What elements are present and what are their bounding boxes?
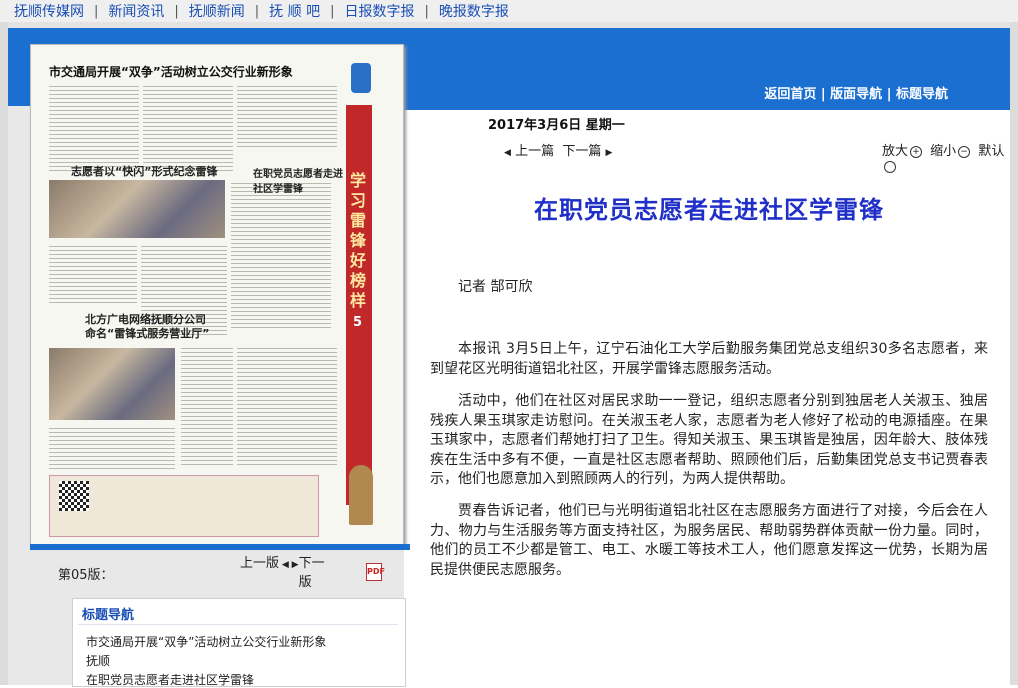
nav-link-fushun-bar[interactable]: 抚 顺 吧 [269, 1, 320, 21]
thumb-text-column [181, 345, 233, 465]
thumb-photo [49, 180, 225, 238]
thumbnail-bottom-bar [30, 544, 410, 550]
nav-link-evening-digital[interactable]: 晚报数字报 [439, 1, 509, 21]
nav-link-fushun-media[interactable]: 抚顺传媒网 [14, 1, 84, 21]
page-nav-link[interactable]: 版面导航 [830, 87, 882, 102]
thumb-subheadline: 在职党员志愿者走进社区学雷锋 [253, 169, 343, 195]
title-nav-item[interactable]: 在职党员志愿者走进社区学雷锋 [86, 671, 254, 688]
thumb-photo [49, 348, 175, 420]
zoom-controls: 放大 + 缩小 − 默认 [882, 140, 1018, 174]
link-separator: | [882, 87, 896, 102]
page-pager: 上一版 ◀ ▶下一版 [240, 554, 327, 592]
zoom-in-label: 放大 [882, 144, 909, 159]
thumb-statue-image [349, 465, 373, 525]
thumb-text-column [237, 83, 337, 148]
article-byline: 记者 郜可欣 [458, 279, 533, 295]
issue-date: 2017年3月6日 星期一 [488, 118, 625, 133]
nav-link-news-info[interactable]: 新闻资讯 [108, 1, 164, 21]
thumb-text-column [237, 345, 337, 465]
nav-separator: | [94, 3, 99, 19]
page-label: 第05版： [58, 568, 114, 583]
prev-page-link[interactable]: 上一版 [240, 556, 279, 571]
thumb-lottery-ad [49, 475, 319, 537]
home-link[interactable]: 返回首页 [764, 87, 816, 102]
nav-separator: | [254, 3, 260, 19]
prev-article-link[interactable]: 上一篇 [515, 144, 554, 159]
header-links: 返回首页 | 版面导航 | 标题导航 [764, 83, 948, 102]
title-nav-item[interactable]: 市交通局开展“双争”活动树立公交行业新形象 [86, 633, 326, 650]
frame-left [0, 22, 8, 685]
minus-icon: − [958, 145, 971, 158]
qr-code-icon [59, 481, 89, 511]
top-navigation: 抚顺传媒网 | 新闻资讯 | 抚顺新闻 | 抚 顺 吧 | 日报数字报 | 晚报… [0, 0, 1018, 22]
zoom-in-button[interactable]: 放大 + [882, 144, 926, 159]
zoom-out-button[interactable]: 缩小 − [930, 144, 974, 159]
title-nav-item[interactable]: 抚顺 [86, 652, 110, 669]
newspaper-page-thumbnail[interactable]: 市交通局开展“双争”活动树立公交行业新形象 志愿者以“快闪”形式纪念雷锋 在职党… [30, 44, 404, 546]
title-nav-link[interactable]: 标题导航 [896, 87, 948, 102]
article-title: 在职党员志愿者走进社区学雷锋 [534, 196, 884, 224]
article-paragraph: 本报讯 3月5日上午，辽宁石油化工大学后勤服务集团党总支组织30多名志愿者，来到… [430, 341, 988, 377]
triangle-right-icon: ▶ [605, 148, 613, 158]
thumb-subheadline: 志愿者以“快闪”形式纪念雷锋 [71, 165, 218, 178]
thumb-text-column [49, 425, 175, 469]
article-pager: ◀ 上一篇 下一篇 ▶ [504, 140, 612, 159]
plus-icon: + [910, 145, 923, 158]
title-nav-heading: 标题导航 [82, 608, 135, 623]
triangle-left-icon: ◀ [504, 148, 511, 158]
frame-right [1010, 22, 1018, 685]
thumb-subheadline: 命名“雷锋式服务营业厅” [85, 327, 210, 340]
article-paragraph: 贾春告诉记者，他们已与光明街道铝北社区在志愿服务方面进行了对接，今后会在人力、物… [430, 503, 988, 578]
thumb-page-number: 5 [353, 315, 363, 330]
nav-separator: | [330, 3, 335, 19]
nav-link-daily-digital[interactable]: 日报数字报 [344, 1, 414, 21]
nav-link-fushun-news[interactable]: 抚顺新闻 [189, 1, 245, 21]
nav-separator: | [174, 3, 179, 19]
title-nav-divider [78, 624, 398, 625]
thumb-text-column [231, 180, 331, 330]
thumb-headline: 市交通局开展“双争”活动树立公交行业新形象 [49, 65, 293, 79]
circle-icon [884, 160, 896, 173]
next-article-link[interactable]: 下一篇 [562, 144, 601, 159]
zoom-out-label: 缩小 [930, 144, 957, 159]
thumb-text-column [143, 83, 233, 173]
article-paragraph: 活动中，他们在社区对居民求助一一登记，组织志愿者分别到独居老人关淑玉、独居残疾人… [430, 393, 988, 487]
link-separator: | [816, 87, 831, 102]
pdf-icon[interactable]: PDF [366, 563, 385, 581]
next-page-link[interactable]: 下一版 [299, 554, 327, 592]
zoom-default-label: 默认 [978, 144, 1005, 159]
newspaper-logo [351, 63, 371, 93]
thumb-text-column [49, 83, 139, 173]
triangle-left-icon: ◀ [279, 560, 292, 570]
triangle-right-icon: ▶ [291, 560, 299, 570]
nav-separator: | [424, 3, 429, 19]
thumb-text-column [49, 243, 137, 303]
thumb-side-banner-text: 学习雷锋好榜样 [350, 171, 367, 310]
